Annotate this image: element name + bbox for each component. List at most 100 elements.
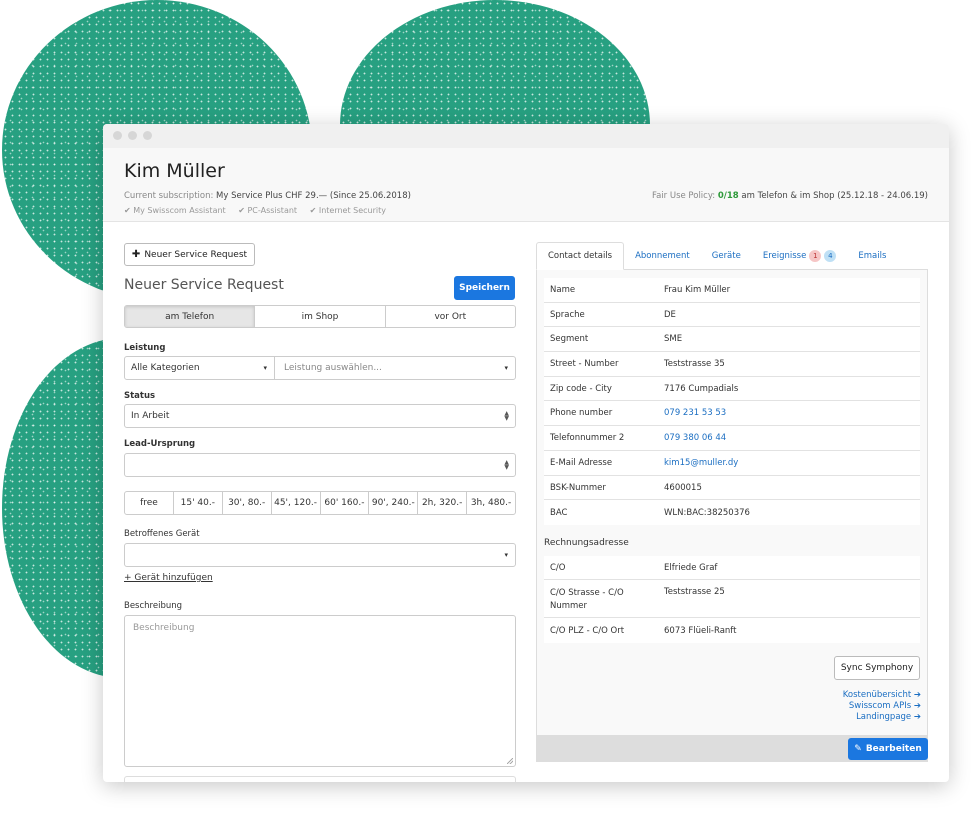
tab-ereignisse-label: Ereignisse bbox=[762, 250, 807, 261]
form-title: Neuer Service Request bbox=[124, 277, 284, 293]
contact-value: 4600015 bbox=[664, 482, 702, 493]
contact-key: Name bbox=[550, 285, 576, 295]
email-link[interactable]: kim15@muller.dy bbox=[664, 458, 738, 468]
fair-use-label: Fair Use Policy: bbox=[651, 191, 716, 201]
billing-value: 6073 Flüeli-Ranft bbox=[664, 625, 737, 636]
customer-name: Kim Müller bbox=[124, 160, 225, 182]
subscription-line: Current subscription: My Service Plus CH… bbox=[124, 191, 411, 201]
contact-row-name: Name Frau Kim Müller bbox=[544, 278, 920, 303]
tab-contact-details[interactable]: Contact details bbox=[536, 242, 625, 270]
billing-row-plz-ort: C/O PLZ - C/O Ort 6073 Flüeli-Ranft bbox=[544, 618, 920, 643]
fair-use-text: am Telefon & im Shop bbox=[741, 191, 835, 201]
detail-tabs: Contact details Abonnement Geräte Ereign… bbox=[536, 242, 928, 270]
contact-key: Phone number bbox=[550, 408, 613, 418]
sync-symphony-button[interactable]: Sync Symphony bbox=[834, 656, 920, 680]
updown-icon: ▲ ▼ bbox=[504, 410, 509, 422]
link-landingpage[interactable]: Landingpage ➔ bbox=[843, 712, 921, 723]
arrow-right-icon: ➔ bbox=[913, 690, 921, 700]
ereignisse-badge-blue: 4 bbox=[824, 249, 837, 262]
add-device-link[interactable]: + Gerät hinzufügen bbox=[124, 573, 213, 583]
pencil-icon: ✎ bbox=[854, 744, 862, 754]
duration-options: free 15' 40.- 30', 80.- 45', 120.- 60' 1… bbox=[124, 491, 516, 515]
feature-item: ✔ My Swisscom Assistant bbox=[124, 206, 226, 215]
link-kostenuebersicht[interactable]: Kostenübersicht ➔ bbox=[843, 690, 921, 701]
status-value: In Arbeit bbox=[131, 411, 170, 421]
tab-abonnement[interactable]: Abonnement bbox=[624, 242, 701, 269]
contact-row-phone: Phone number 079 231 53 53 bbox=[544, 401, 920, 426]
description-textarea[interactable]: Beschreibung bbox=[124, 615, 516, 767]
fair-use-count: 0/18 bbox=[717, 191, 739, 201]
next-field-edge bbox=[124, 776, 516, 782]
save-button[interactable]: Speichern bbox=[454, 276, 515, 300]
fair-use-period: (25.12.18 - 24.06.19) bbox=[837, 191, 928, 201]
arrow-right-icon: ➔ bbox=[913, 712, 921, 722]
channel-selector: am Telefon im Shop vor Ort bbox=[124, 305, 516, 328]
subscription-label: Current subscription: bbox=[124, 191, 214, 201]
duration-option[interactable]: 3h, 480.- bbox=[466, 492, 515, 514]
contact-row-street: Street - Number Teststrasse 35 bbox=[544, 352, 920, 377]
contact-row-bac: BAC WLN:BAC:38250376 bbox=[544, 500, 920, 525]
leistung-label: Leistung bbox=[124, 343, 166, 353]
contact-key: Zip code - City bbox=[550, 383, 612, 394]
contact-row-language: Sprache DE bbox=[544, 303, 920, 327]
duration-option[interactable]: 30', 80.- bbox=[221, 492, 271, 514]
contact-row-segment: Segment SME bbox=[544, 327, 920, 352]
leistung-select[interactable]: Leistung auswählen... ▾ bbox=[274, 356, 516, 380]
contact-details-panel: Name Frau Kim Müller Sprache DE Segment … bbox=[536, 270, 928, 736]
contact-key: E-Mail Adresse bbox=[550, 458, 613, 468]
contact-key: BSK-Nummer bbox=[550, 482, 606, 493]
feature-item: ✔ Internet Security bbox=[309, 206, 386, 215]
contact-value: SME bbox=[664, 334, 683, 344]
duration-option[interactable]: 90', 240.- bbox=[368, 492, 417, 514]
arrow-right-icon: ➔ bbox=[913, 701, 921, 711]
plus-icon: ✚ bbox=[131, 249, 141, 260]
device-select[interactable]: ▾ bbox=[124, 543, 516, 567]
device-label: Betroffenes Gerät bbox=[124, 529, 200, 539]
chevron-down-icon: ▾ bbox=[263, 364, 267, 372]
window-dot-maximize[interactable] bbox=[143, 131, 152, 140]
status-label: Status bbox=[124, 391, 156, 401]
contact-value: DE bbox=[664, 309, 676, 320]
window-dot-close[interactable] bbox=[113, 131, 122, 140]
tab-geraete[interactable]: Geräte bbox=[701, 242, 752, 269]
contact-value: 7176 Cumpadials bbox=[664, 383, 739, 394]
description-placeholder: Beschreibung bbox=[133, 623, 195, 633]
lead-origin-label: Lead-Ursprung bbox=[124, 439, 196, 449]
tab-ereignisse[interactable]: Ereignisse 1 4 bbox=[752, 242, 848, 269]
chevron-down-icon: ▾ bbox=[504, 364, 508, 372]
duration-option[interactable]: 15' 40.- bbox=[172, 492, 222, 514]
fair-use-policy: Fair Use Policy: 0/18 am Telefon & im Sh… bbox=[652, 191, 928, 201]
window-dot-minimize[interactable] bbox=[128, 131, 137, 140]
billing-key: C/O Strasse - C/O Nummer bbox=[550, 588, 624, 611]
resize-handle[interactable] bbox=[507, 758, 513, 764]
contact-row-zip-city: Zip code - City 7176 Cumpadials bbox=[544, 377, 920, 401]
duration-option[interactable]: 45', 120.- bbox=[270, 492, 320, 514]
phone-2-link[interactable]: 079 380 06 44 bbox=[664, 433, 726, 443]
subscription-value: My Service Plus CHF 29.— (Since 25.06.20… bbox=[216, 191, 411, 201]
channel-onsite[interactable]: vor Ort bbox=[384, 306, 515, 327]
category-value: Alle Kategorien bbox=[131, 363, 200, 373]
updown-icon: ▲ ▼ bbox=[504, 459, 509, 471]
edit-button[interactable]: ✎ Bearbeiten bbox=[848, 738, 928, 760]
new-service-request-button[interactable]: ✚ Neuer Service Request bbox=[124, 243, 255, 266]
new-service-request-label: Neuer Service Request bbox=[144, 249, 248, 260]
channel-phone[interactable]: am Telefon bbox=[125, 306, 255, 327]
contact-key: Street - Number bbox=[550, 359, 619, 369]
lead-origin-select[interactable]: ▲ ▼ bbox=[124, 453, 516, 477]
feature-list: ✔ My Swisscom Assistant ✔ PC-Assistant ✔… bbox=[124, 206, 396, 215]
contact-key: Sprache bbox=[550, 309, 585, 320]
billing-row-street: C/O Strasse - C/O Nummer Teststrasse 25 bbox=[544, 580, 920, 618]
duration-option[interactable]: free bbox=[125, 492, 173, 514]
billing-row-co: C/O Elfriede Graf bbox=[544, 556, 920, 580]
tab-emails[interactable]: Emails bbox=[847, 242, 897, 269]
duration-option[interactable]: 2h, 320.- bbox=[417, 492, 466, 514]
phone-link[interactable]: 079 231 53 53 bbox=[664, 408, 726, 418]
contact-key: BAC bbox=[550, 507, 568, 518]
contact-value: WLN:BAC:38250376 bbox=[664, 507, 750, 518]
channel-shop[interactable]: im Shop bbox=[254, 306, 384, 327]
category-select[interactable]: Alle Kategorien ▾ bbox=[124, 356, 275, 380]
billing-key: C/O bbox=[550, 562, 566, 573]
status-select[interactable]: In Arbeit ▲ ▼ bbox=[124, 404, 516, 428]
link-swisscom-apis[interactable]: Swisscom APIs ➔ bbox=[843, 701, 921, 712]
duration-option[interactable]: 60' 160.- bbox=[319, 492, 369, 514]
